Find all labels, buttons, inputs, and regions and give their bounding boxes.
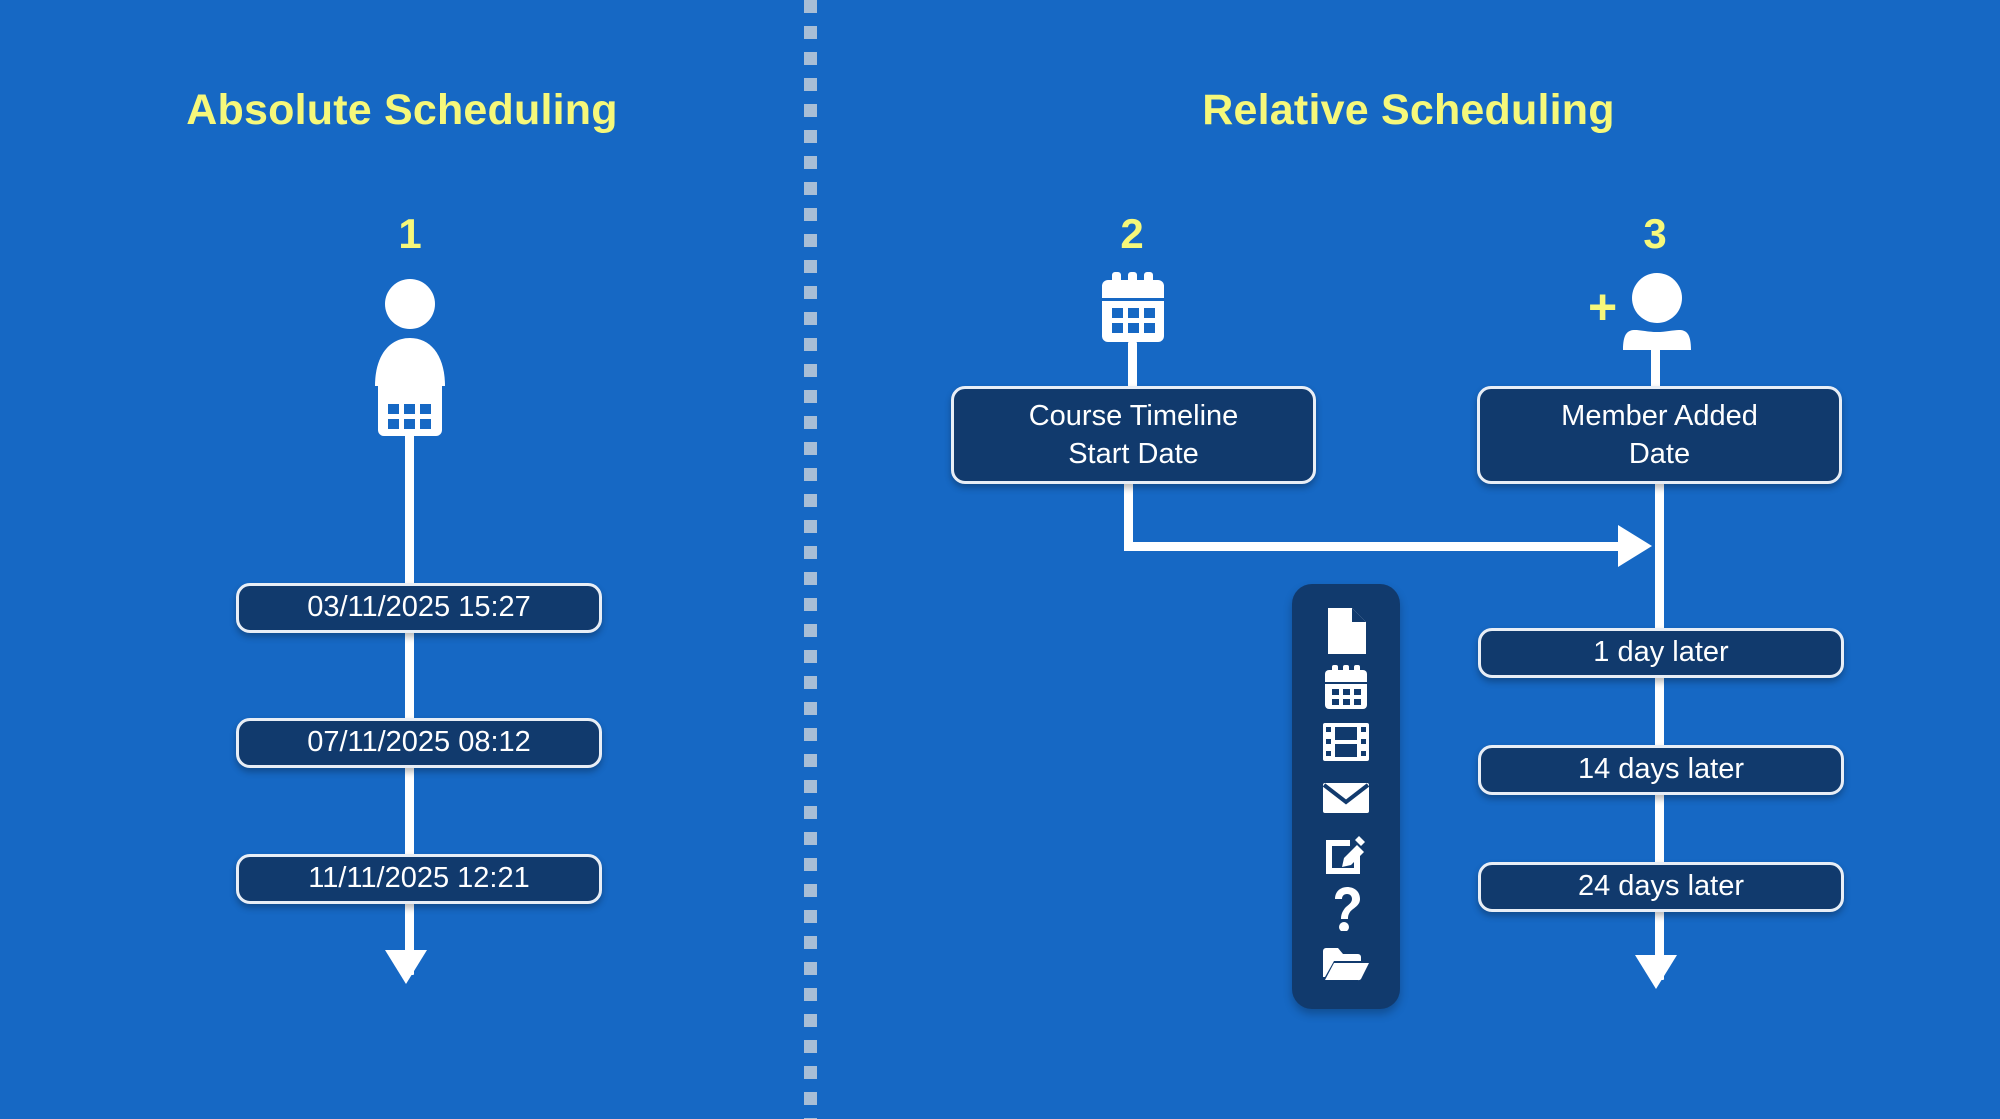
envelope-icon bbox=[1320, 775, 1372, 821]
open-folder-icon bbox=[1320, 941, 1372, 987]
film-strip-icon bbox=[1320, 719, 1372, 765]
list-item[interactable]: 1 day later bbox=[1478, 628, 1844, 678]
elbow-connector-vertical bbox=[1124, 484, 1133, 551]
elbow-connector-arrow bbox=[1618, 525, 1652, 567]
list-item[interactable]: 07/11/2025 08:12 bbox=[236, 718, 602, 768]
elbow-connector-horizontal bbox=[1124, 542, 1624, 551]
anchor-label-line-2: Date bbox=[1628, 438, 1691, 470]
anchor-box-course-timeline-start-date[interactable]: Course Timeline Start Date bbox=[951, 386, 1316, 484]
calendar-icon bbox=[1320, 664, 1372, 710]
calendar-icon bbox=[1100, 272, 1166, 344]
page-title-relative-scheduling: Relative Scheduling bbox=[1202, 86, 1615, 134]
list-item[interactable]: 11/11/2025 12:21 bbox=[236, 854, 602, 904]
anchor-box-member-added-date[interactable]: Member Added Date bbox=[1477, 386, 1842, 484]
connector-line-member-added bbox=[1651, 348, 1660, 388]
document-icon bbox=[1320, 608, 1372, 654]
timeline-arrow-absolute bbox=[385, 950, 427, 984]
plus-icon: + bbox=[1588, 279, 1618, 335]
connector-line-course-timeline bbox=[1128, 342, 1137, 388]
list-item[interactable]: 03/11/2025 15:27 bbox=[236, 583, 602, 633]
step-number-2: 2 bbox=[1120, 210, 1144, 257]
list-item[interactable]: 24 days later bbox=[1478, 862, 1844, 912]
step-number-3: 3 bbox=[1643, 210, 1667, 257]
content-type-icon-rail bbox=[1292, 584, 1400, 1009]
timeline-arrow-relative bbox=[1635, 955, 1677, 989]
section-divider bbox=[804, 0, 817, 1119]
person-calendar-icon bbox=[372, 278, 448, 438]
list-item[interactable]: 14 days later bbox=[1478, 745, 1844, 795]
page-title-absolute-scheduling: Absolute Scheduling bbox=[186, 86, 618, 134]
slide-canvas: Absolute Scheduling Relative Scheduling … bbox=[0, 0, 2000, 1119]
anchor-label-line-2: Start Date bbox=[1068, 438, 1199, 470]
question-mark-icon bbox=[1320, 886, 1372, 932]
step-number-1: 1 bbox=[398, 210, 422, 257]
anchor-label-line-1: Member Added bbox=[1561, 400, 1758, 433]
add-person-icon bbox=[1622, 272, 1692, 350]
edit-icon bbox=[1320, 830, 1372, 876]
anchor-label-line-1: Course Timeline bbox=[1028, 400, 1239, 433]
